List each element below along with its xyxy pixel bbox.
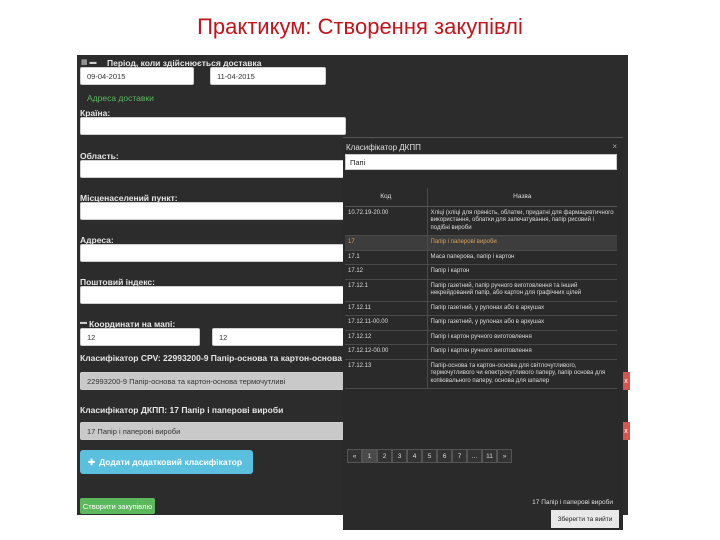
row-name: Папір газетний, папір ручного виготовлен… bbox=[427, 279, 617, 302]
add-classifier-label: Додати додатковий класифікатор bbox=[99, 457, 243, 467]
row-code: 17.12.11 bbox=[345, 301, 428, 316]
row-code: 17.12.12-00.00 bbox=[345, 344, 428, 360]
row-code: 17 bbox=[345, 235, 428, 251]
page-button[interactable]: 5 bbox=[422, 449, 437, 463]
table-row[interactable]: 17.12.13 Папір-основа та картон-основа дл… bbox=[345, 359, 617, 389]
plus-icon: ✚ bbox=[88, 456, 96, 467]
delivery-address-link[interactable]: Адреса доставки bbox=[87, 93, 154, 103]
modal-title: Класифікатор ДКПП bbox=[346, 143, 421, 152]
page-button[interactable]: 3 bbox=[392, 449, 407, 463]
table-row[interactable]: 17 Папір і паперові вироби bbox=[345, 235, 617, 251]
row-name: Папір і паперові вироби bbox=[427, 235, 617, 251]
row-name: Папір-основа та картон-основа для світло… bbox=[427, 359, 617, 389]
column-header-code: Код bbox=[345, 188, 428, 207]
table-row[interactable]: 17.12.12-00.00 Папір і картон ручного виг… bbox=[345, 344, 617, 360]
classifier-search-input[interactable]: Папі bbox=[345, 154, 617, 170]
remove-dkpp-button[interactable]: x bbox=[622, 422, 630, 440]
row-code: 17.12 bbox=[345, 264, 428, 280]
close-icon[interactable]: × bbox=[612, 142, 617, 151]
create-procurement-button[interactable]: Створити закупівлю bbox=[80, 498, 155, 514]
page-button[interactable]: 11 bbox=[482, 449, 497, 463]
page-button[interactable]: 4 bbox=[407, 449, 422, 463]
row-name: Папір газетний, у рулонах або в аркушах bbox=[427, 315, 617, 331]
page-button[interactable]: 6 bbox=[437, 449, 452, 463]
row-name: Папір газетний, у рулонах або в аркушах bbox=[427, 301, 617, 316]
page-button[interactable]: 2 bbox=[377, 449, 392, 463]
save-and-exit-button[interactable]: Зберегти та вийти bbox=[551, 510, 619, 528]
page-button[interactable]: » bbox=[497, 449, 512, 463]
cpv-select[interactable]: 22993200-9 Папір-основа та картон-основа… bbox=[80, 372, 344, 390]
address-input[interactable] bbox=[80, 244, 346, 262]
table-row[interactable]: 17.12 Папір і картон bbox=[345, 264, 617, 280]
row-code: 17.12.1 bbox=[345, 279, 428, 302]
table-row[interactable]: 17.12.12 Папір і картон ручного виготовле… bbox=[345, 330, 617, 345]
date-to-input[interactable]: 11-04-2015 bbox=[210, 67, 326, 85]
pagination: «1 2 3 4 5 6 7... 11» bbox=[347, 449, 512, 463]
table-row[interactable]: 17.12.11 Папір газетний, у рулонах або в … bbox=[345, 301, 617, 316]
selected-classifier: 17 Папір і паперові вироби bbox=[532, 499, 613, 506]
postcode-input[interactable] bbox=[80, 286, 346, 304]
longitude-input[interactable]: 12 bbox=[212, 328, 346, 346]
row-code: 17.1 bbox=[345, 250, 428, 265]
latitude-input[interactable]: 12 bbox=[80, 328, 200, 346]
table-row[interactable]: 17.12.11-00.00 Папір газетний, у рулонах … bbox=[345, 315, 617, 331]
table-row[interactable]: 10.72.19-20.00 Хліці (хліці для пряність,… bbox=[345, 206, 617, 236]
slide-title: Практикум: Створення закупівлі bbox=[197, 14, 523, 39]
row-name: Папір і картон ручного виготовлення bbox=[427, 330, 617, 345]
country-input[interactable] bbox=[80, 117, 346, 135]
calendar-icon: ▦ ▬ bbox=[81, 59, 97, 66]
row-name: Хліці (хліці для пряність, облатки, прид… bbox=[427, 206, 617, 236]
row-name: Папір і картон ручного виготовлення bbox=[427, 344, 617, 360]
page-button[interactable]: 1 bbox=[362, 449, 377, 463]
remove-cpv-button[interactable]: x bbox=[622, 372, 630, 390]
dkpp-label: Класифікатор ДКПП: 17 Папір і паперові в… bbox=[80, 405, 284, 415]
row-code: 10.72.19-20.00 bbox=[345, 206, 428, 236]
dkpp-classifier-modal: Класифікатор ДКПП × Папі Код Назва 10.72… bbox=[343, 137, 623, 530]
row-name: Маса паперова, папір і картон bbox=[427, 250, 617, 265]
map-marker-icon: ▬ bbox=[80, 319, 87, 326]
column-header-name: Назва bbox=[427, 188, 617, 207]
row-code: 17.12.11-00.00 bbox=[345, 315, 428, 331]
page-button[interactable]: « bbox=[347, 449, 362, 463]
dkpp-select[interactable]: 17 Папір і паперові вироби bbox=[80, 422, 344, 440]
row-code: 17.12.12 bbox=[345, 330, 428, 345]
classifier-table: Код Назва 10.72.19-20.00 Хліці (хліці для… bbox=[345, 188, 617, 389]
row-code: 17.12.13 bbox=[345, 359, 428, 389]
page-button[interactable]: ... bbox=[467, 449, 482, 463]
page-button[interactable]: 7 bbox=[452, 449, 467, 463]
city-input[interactable] bbox=[80, 202, 346, 220]
table-row[interactable]: 17.12.1 Папір газетний, папір ручного виг… bbox=[345, 279, 617, 302]
region-input[interactable] bbox=[80, 160, 346, 178]
row-name: Папір і картон bbox=[427, 264, 617, 280]
date-from-input[interactable]: 09-04-2015 bbox=[80, 67, 194, 85]
table-row[interactable]: 17.1 Маса паперова, папір і картон bbox=[345, 250, 617, 265]
add-classifier-button[interactable]: ✚ Додати додатковий класифікатор bbox=[80, 450, 253, 474]
